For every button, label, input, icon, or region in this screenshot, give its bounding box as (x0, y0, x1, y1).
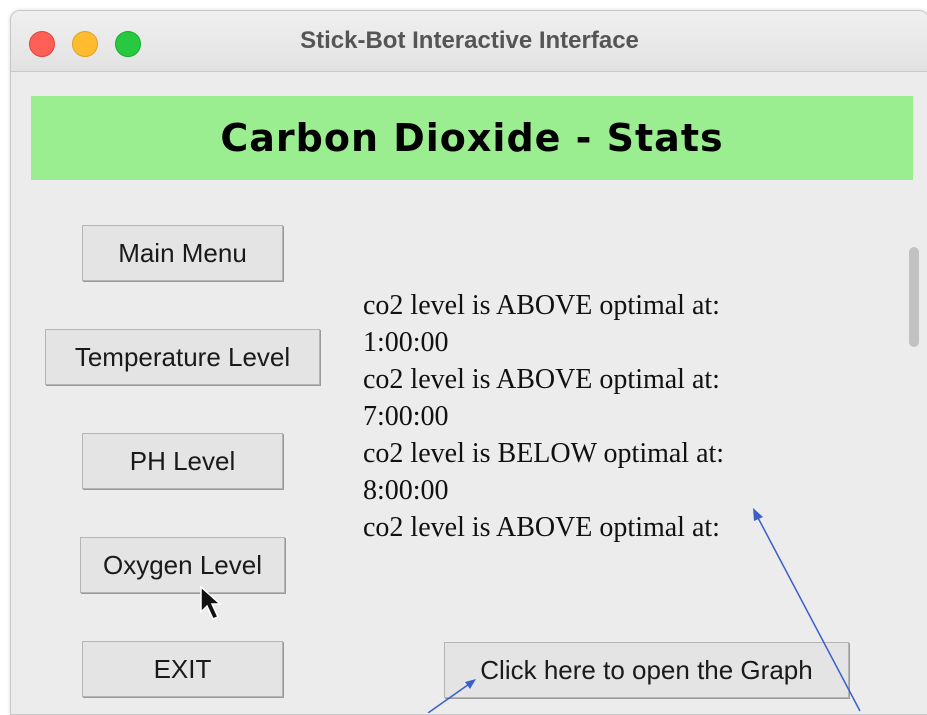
annotation-overlay (200, 508, 861, 713)
annotation-arrowhead (753, 508, 763, 521)
annotation-arrow (755, 513, 861, 712)
annotation-arrow (427, 681, 473, 713)
annotation-arrowhead (465, 679, 476, 689)
mouse-cursor-icon (200, 585, 222, 620)
